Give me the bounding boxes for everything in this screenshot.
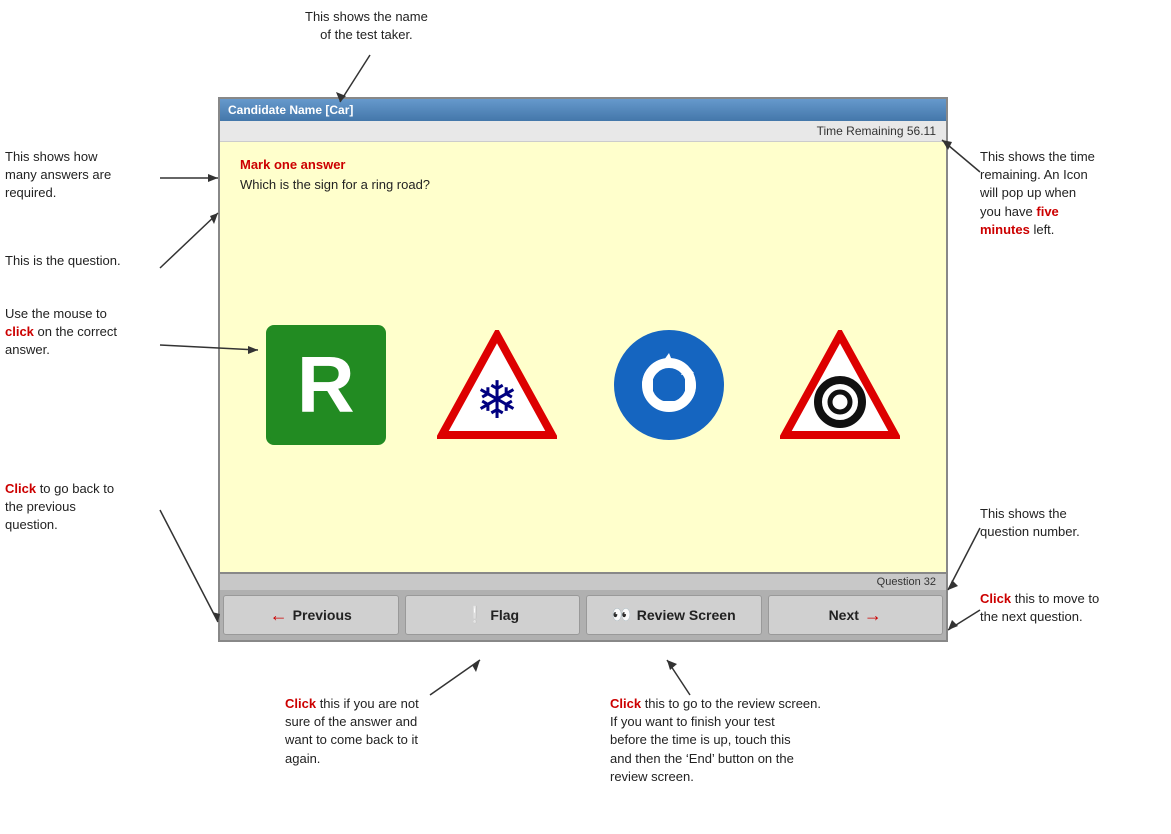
annotation-left-mouse-line2: on the correct [34, 324, 117, 339]
annotation-bottom-flag-click: Click [285, 696, 316, 711]
annotation-bottom-review-line4: and then the ‘End’ button on the [610, 751, 794, 766]
annotation-left-question: This is the question. [5, 252, 121, 270]
annotation-right-timer-line2: remaining. An Icon [980, 167, 1088, 182]
answer-c[interactable] [594, 310, 744, 460]
annotation-left-previous: Click to go back to the previous questio… [5, 480, 114, 535]
annotation-left-top-line2: many answers are [5, 167, 111, 182]
test-window: Candidate Name [Car] Time Remaining 56.1… [218, 97, 948, 642]
annotation-bottom-flag-line3: want to come back to it [285, 732, 418, 747]
annotation-bottom-flag: Click this if you are not sure of the an… [285, 695, 419, 768]
timer-label: Time Remaining 56.11 [817, 124, 936, 138]
annotation-right-timer: This shows the time remaining. An Icon w… [980, 148, 1095, 239]
mark-answer-label: Mark one answer [240, 157, 926, 172]
question-area: Mark one answer Which is the sign for a … [220, 142, 946, 572]
previous-label: Previous [293, 607, 352, 623]
flag-button[interactable]: ❕ Flag [405, 595, 581, 635]
sign-snowflake-icon: ❄ [437, 330, 557, 440]
annotation-right-qnum-line2: question number. [980, 524, 1080, 539]
annotation-bottom-flag-line1: this if you are not [316, 696, 419, 711]
annotation-right-timer-line5: left. [1030, 222, 1055, 237]
annotation-right-qnum-line1: This shows the [980, 506, 1067, 521]
annotation-left-mouse-line1: Use the mouse to [5, 306, 107, 321]
previous-arrow-icon: ← [270, 605, 288, 626]
annotation-top-center-line1: This shows the name [305, 9, 428, 24]
question-text: Which is the sign for a ring road? [240, 177, 926, 192]
annotation-bottom-review-line3: before the time is up, touch this [610, 732, 791, 747]
annotation-bottom-review-line2: If you want to finish your test [610, 714, 775, 729]
annotation-top-center: This shows the name of the test taker. [305, 8, 428, 44]
annotation-right-timer-minutes: minutes [980, 222, 1030, 237]
annotation-left-top-line1: This shows how [5, 149, 97, 164]
annotation-left-mouse-line3: answer. [5, 342, 50, 357]
annotation-right-next-line2: the next question. [980, 609, 1083, 624]
annotation-bottom-review: Click this to go to the review screen. I… [610, 695, 821, 786]
annotation-bottom-flag-line4: again. [285, 751, 320, 766]
flag-icon: ❕ [465, 605, 485, 625]
bottom-bar: Question 32 ← Previous ❕ Flag 👀 Review S… [220, 572, 946, 640]
annotation-right-timer-line3: will pop up when [980, 185, 1076, 200]
annotation-bottom-flag-line2: sure of the answer and [285, 714, 417, 729]
next-button[interactable]: Next → [768, 595, 944, 635]
annotation-left-mouse-click: click [5, 324, 34, 339]
annotation-right-timer-line1: This shows the time [980, 149, 1095, 164]
annotation-bottom-review-line5: review screen. [610, 769, 694, 784]
annotation-left-prev-line1: to go back to [36, 481, 114, 496]
sign-give-way-icon [780, 330, 900, 440]
answers-row: R ❄ [240, 212, 926, 557]
annotation-top-center-line2: of the test taker. [320, 27, 413, 42]
question-number-bar: Question 32 [220, 574, 946, 590]
sign-roundabout-icon [614, 330, 724, 440]
timer-bar: Time Remaining 56.11 [220, 121, 946, 142]
previous-button[interactable]: ← Previous [223, 595, 399, 635]
review-icon: 👀 [612, 605, 632, 625]
annotation-left-top: This shows how many answers are required… [5, 148, 111, 203]
next-label: Next [829, 607, 859, 623]
nav-buttons: ← Previous ❕ Flag 👀 Review Screen Next → [220, 590, 946, 640]
answer-d[interactable] [765, 310, 915, 460]
next-arrow-icon: → [864, 605, 882, 626]
sign-r-icon: R [266, 325, 386, 445]
annotation-left-question-line1: This is the question. [5, 253, 121, 268]
question-number: Question 32 [877, 576, 936, 588]
annotation-right-next-click: Click [980, 591, 1011, 606]
annotation-left-prev-click: Click [5, 481, 36, 496]
annotation-bottom-review-line1: this to go to the review screen. [641, 696, 821, 711]
annotation-right-timer-line4: you have [980, 204, 1036, 219]
annotation-right-next-line1: this to move to [1011, 591, 1099, 606]
annotation-left-prev-line2: the previous [5, 499, 76, 514]
svg-text:❄: ❄ [475, 372, 519, 430]
annotation-bottom-review-click: Click [610, 696, 641, 711]
annotation-right-qnum: This shows the question number. [980, 505, 1080, 541]
window-title: Candidate Name [Car] [228, 103, 353, 117]
answer-a[interactable]: R [251, 310, 401, 460]
answer-b[interactable]: ❄ [422, 310, 572, 460]
annotation-left-mouse: Use the mouse to click on the correct an… [5, 305, 117, 360]
review-label: Review Screen [637, 607, 736, 623]
annotation-left-top-line3: required. [5, 185, 56, 200]
annotation-right-timer-five: five [1036, 204, 1058, 219]
title-bar: Candidate Name [Car] [220, 99, 946, 121]
flag-label: Flag [490, 607, 519, 623]
review-button[interactable]: 👀 Review Screen [586, 595, 762, 635]
annotation-left-prev-line3: question. [5, 517, 58, 532]
annotation-right-next: Click this to move to the next question. [980, 590, 1099, 626]
